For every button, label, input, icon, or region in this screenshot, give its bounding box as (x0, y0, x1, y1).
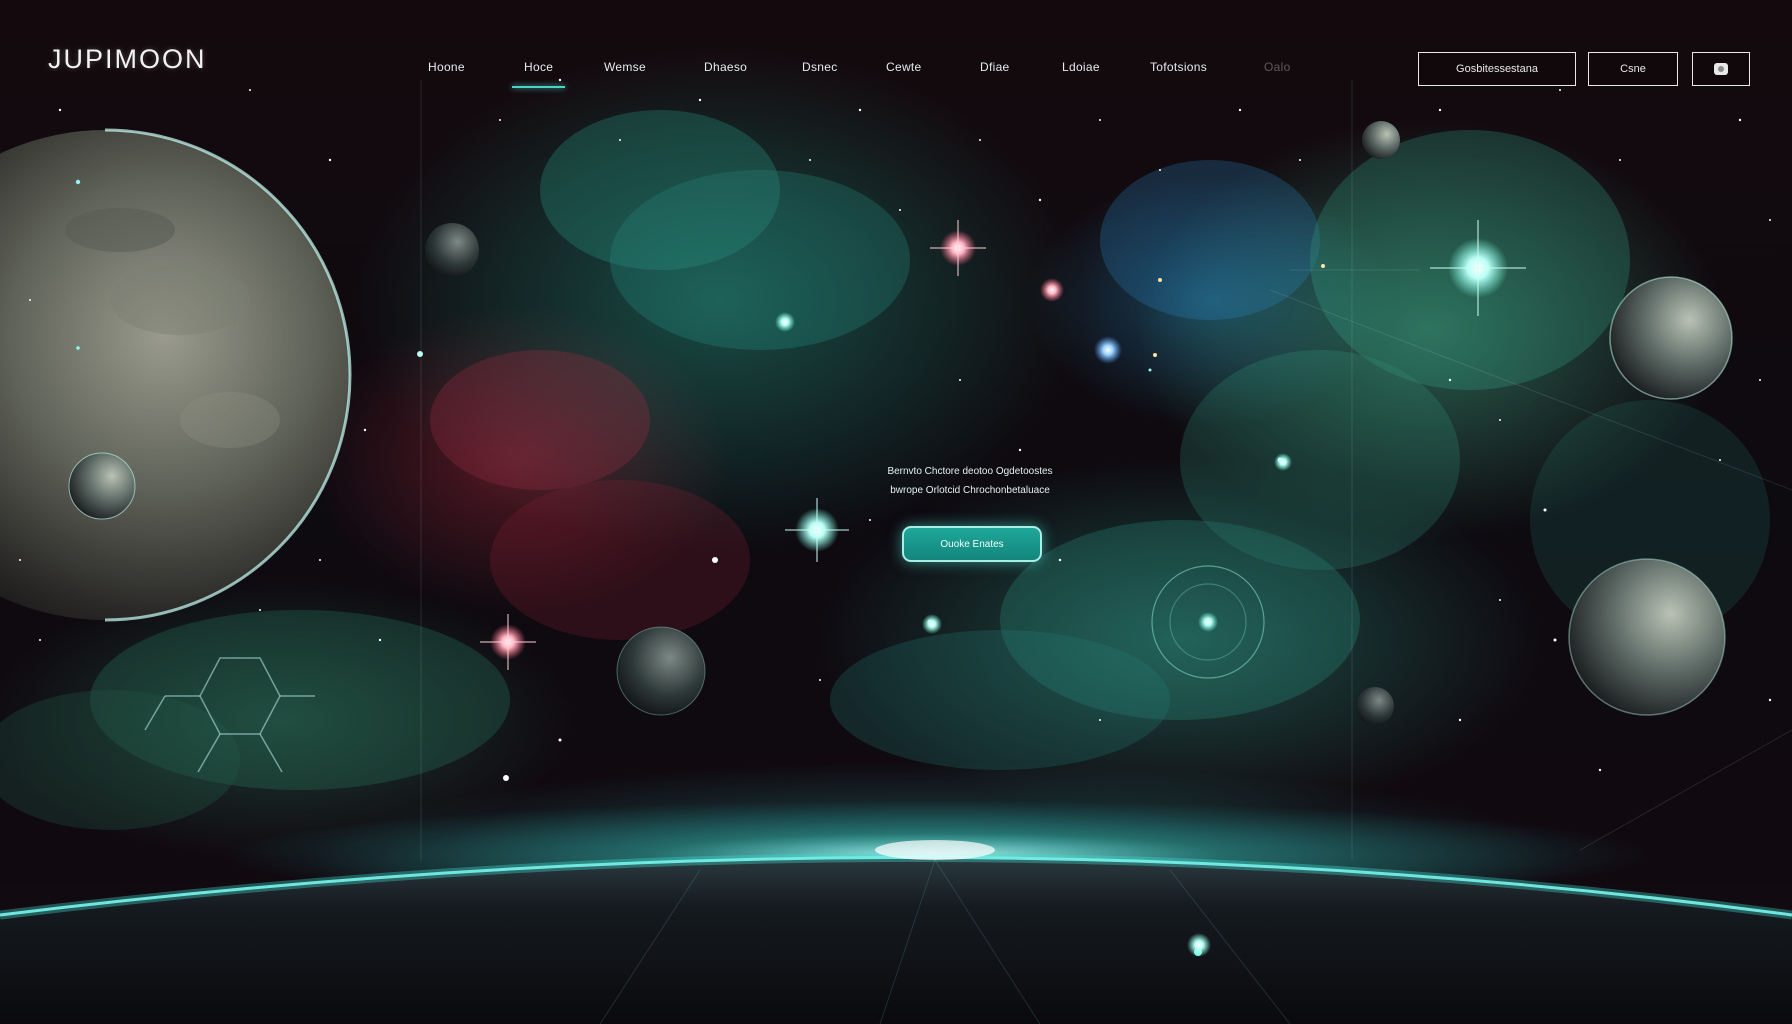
nav-item-9[interactable]: Tofotsions (1150, 60, 1207, 74)
header-secondary-button[interactable]: Csne (1588, 52, 1678, 86)
nav-item-2[interactable]: Hoce (511, 60, 566, 88)
nav-item-6[interactable]: Cewte (886, 60, 922, 74)
horizon-planet (0, 800, 1792, 1024)
brand-logo[interactable]: JUPIMOON (48, 44, 207, 75)
hero-stage: JUPIMOON Hoone Hoce Wemse Dhaeso Dsnec C… (0, 0, 1792, 1024)
user-icon (1714, 63, 1728, 75)
large-planet (0, 128, 352, 622)
header-user-button[interactable] (1692, 52, 1750, 86)
nav-item-1[interactable]: Hoone (428, 60, 465, 74)
nav-item-7[interactable]: Dfiae (980, 60, 1010, 74)
space-background (0, 78, 1792, 1024)
nav-item-3[interactable]: Wemse (604, 60, 646, 74)
hero-copy: Bernvto Chctore deotoo Ogdetoostes bwrop… (800, 462, 1140, 500)
nav-item-4[interactable]: Dhaeso (704, 60, 747, 74)
hero-cta-button[interactable]: Ouoke Enates (902, 526, 1042, 562)
nav-item-5[interactable]: Dsnec (802, 60, 838, 74)
hero-line-1: Bernvto Chctore deotoo Ogdetoostes (887, 466, 1053, 477)
hero-line-2: bwrope Orlotcid Chrochonbetaluace (890, 485, 1050, 496)
nav-item-10[interactable]: Oalo (1264, 60, 1291, 74)
header-primary-button[interactable]: Gosbitessestana (1418, 52, 1576, 86)
nav-item-8[interactable]: Ldoiae (1062, 60, 1100, 74)
